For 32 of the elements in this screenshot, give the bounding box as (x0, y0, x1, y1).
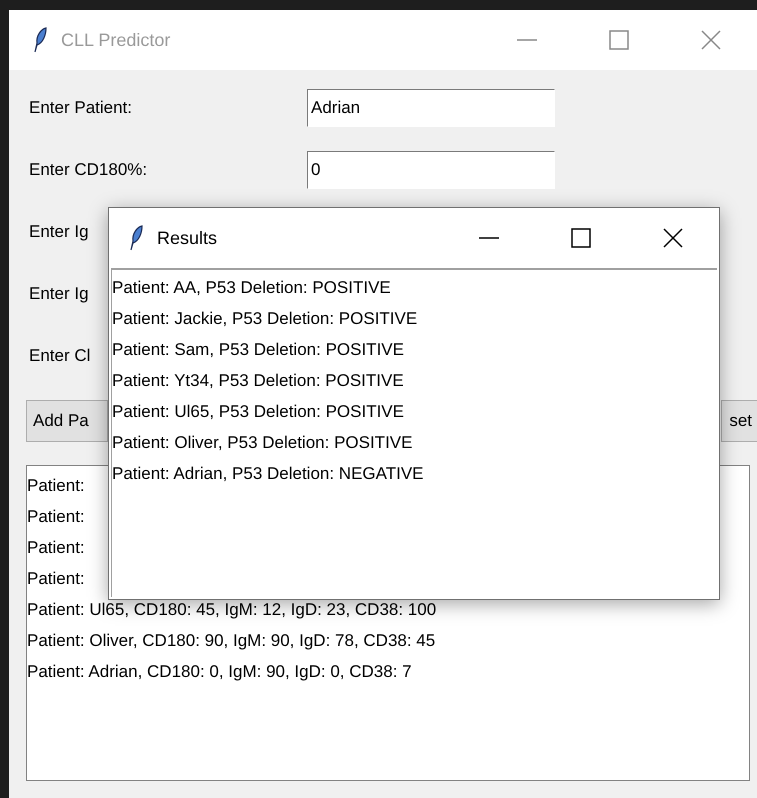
list-item[interactable]: Patient: Adrian, CD180: 0, IgM: 90, IgD: 0, CD38: 7 (27, 656, 412, 687)
action-button[interactable]: set (721, 400, 757, 442)
list-item[interactable]: Patient: Yt34, P53 Deletion: POSITIVE (112, 365, 404, 396)
window-title: Results (157, 228, 218, 248)
maximize-icon (608, 29, 630, 51)
list-item[interactable]: Patient: Sam, P53 Deletion: POSITIVE (112, 334, 404, 365)
list-item[interactable]: Patient: Oliver, CD180: 90, IgM: 90, IgD: 78, CD38: 45 (27, 625, 436, 656)
minimize-icon (478, 237, 500, 239)
feather-icon (129, 225, 143, 251)
action-button[interactable]: Add Pa (26, 400, 108, 442)
list-item[interactable]: Patient: AA, P53 Deletion: POSITIVE (112, 272, 391, 303)
list-item[interactable]: Patient: Adrian, P53 Deletion: NEGATIVE (112, 458, 424, 489)
list-item[interactable]: Patient: (27, 532, 85, 563)
list-item[interactable]: Patient: Ul65, P53 Deletion: POSITIVE (112, 396, 404, 427)
feather-icon (33, 27, 47, 53)
close-icon (662, 227, 684, 249)
list-item[interactable]: Patient: Oliver, P53 Deletion: POSITIVE (112, 427, 412, 458)
window-title: CLL Predictor (61, 30, 172, 50)
field-label: Enter Cl (29, 346, 90, 366)
list-item[interactable]: Patient: (27, 470, 85, 501)
input-field[interactable]: Adrian (307, 89, 555, 127)
minimize-icon (516, 39, 538, 41)
field-label: Enter CD180%: (29, 160, 148, 180)
list-item[interactable]: Patient: (27, 501, 85, 532)
close-icon (700, 29, 722, 51)
field-label: Enter Patient: (29, 98, 132, 118)
field-label: Enter Ig (29, 222, 89, 242)
list-item[interactable]: Patient: Jackie, P53 Deletion: POSITIVE (112, 303, 418, 334)
list-item[interactable]: Patient: (27, 563, 85, 594)
input-field[interactable]: 0 (307, 151, 555, 189)
maximize-icon (570, 227, 592, 249)
field-label: Enter Ig (29, 284, 89, 304)
